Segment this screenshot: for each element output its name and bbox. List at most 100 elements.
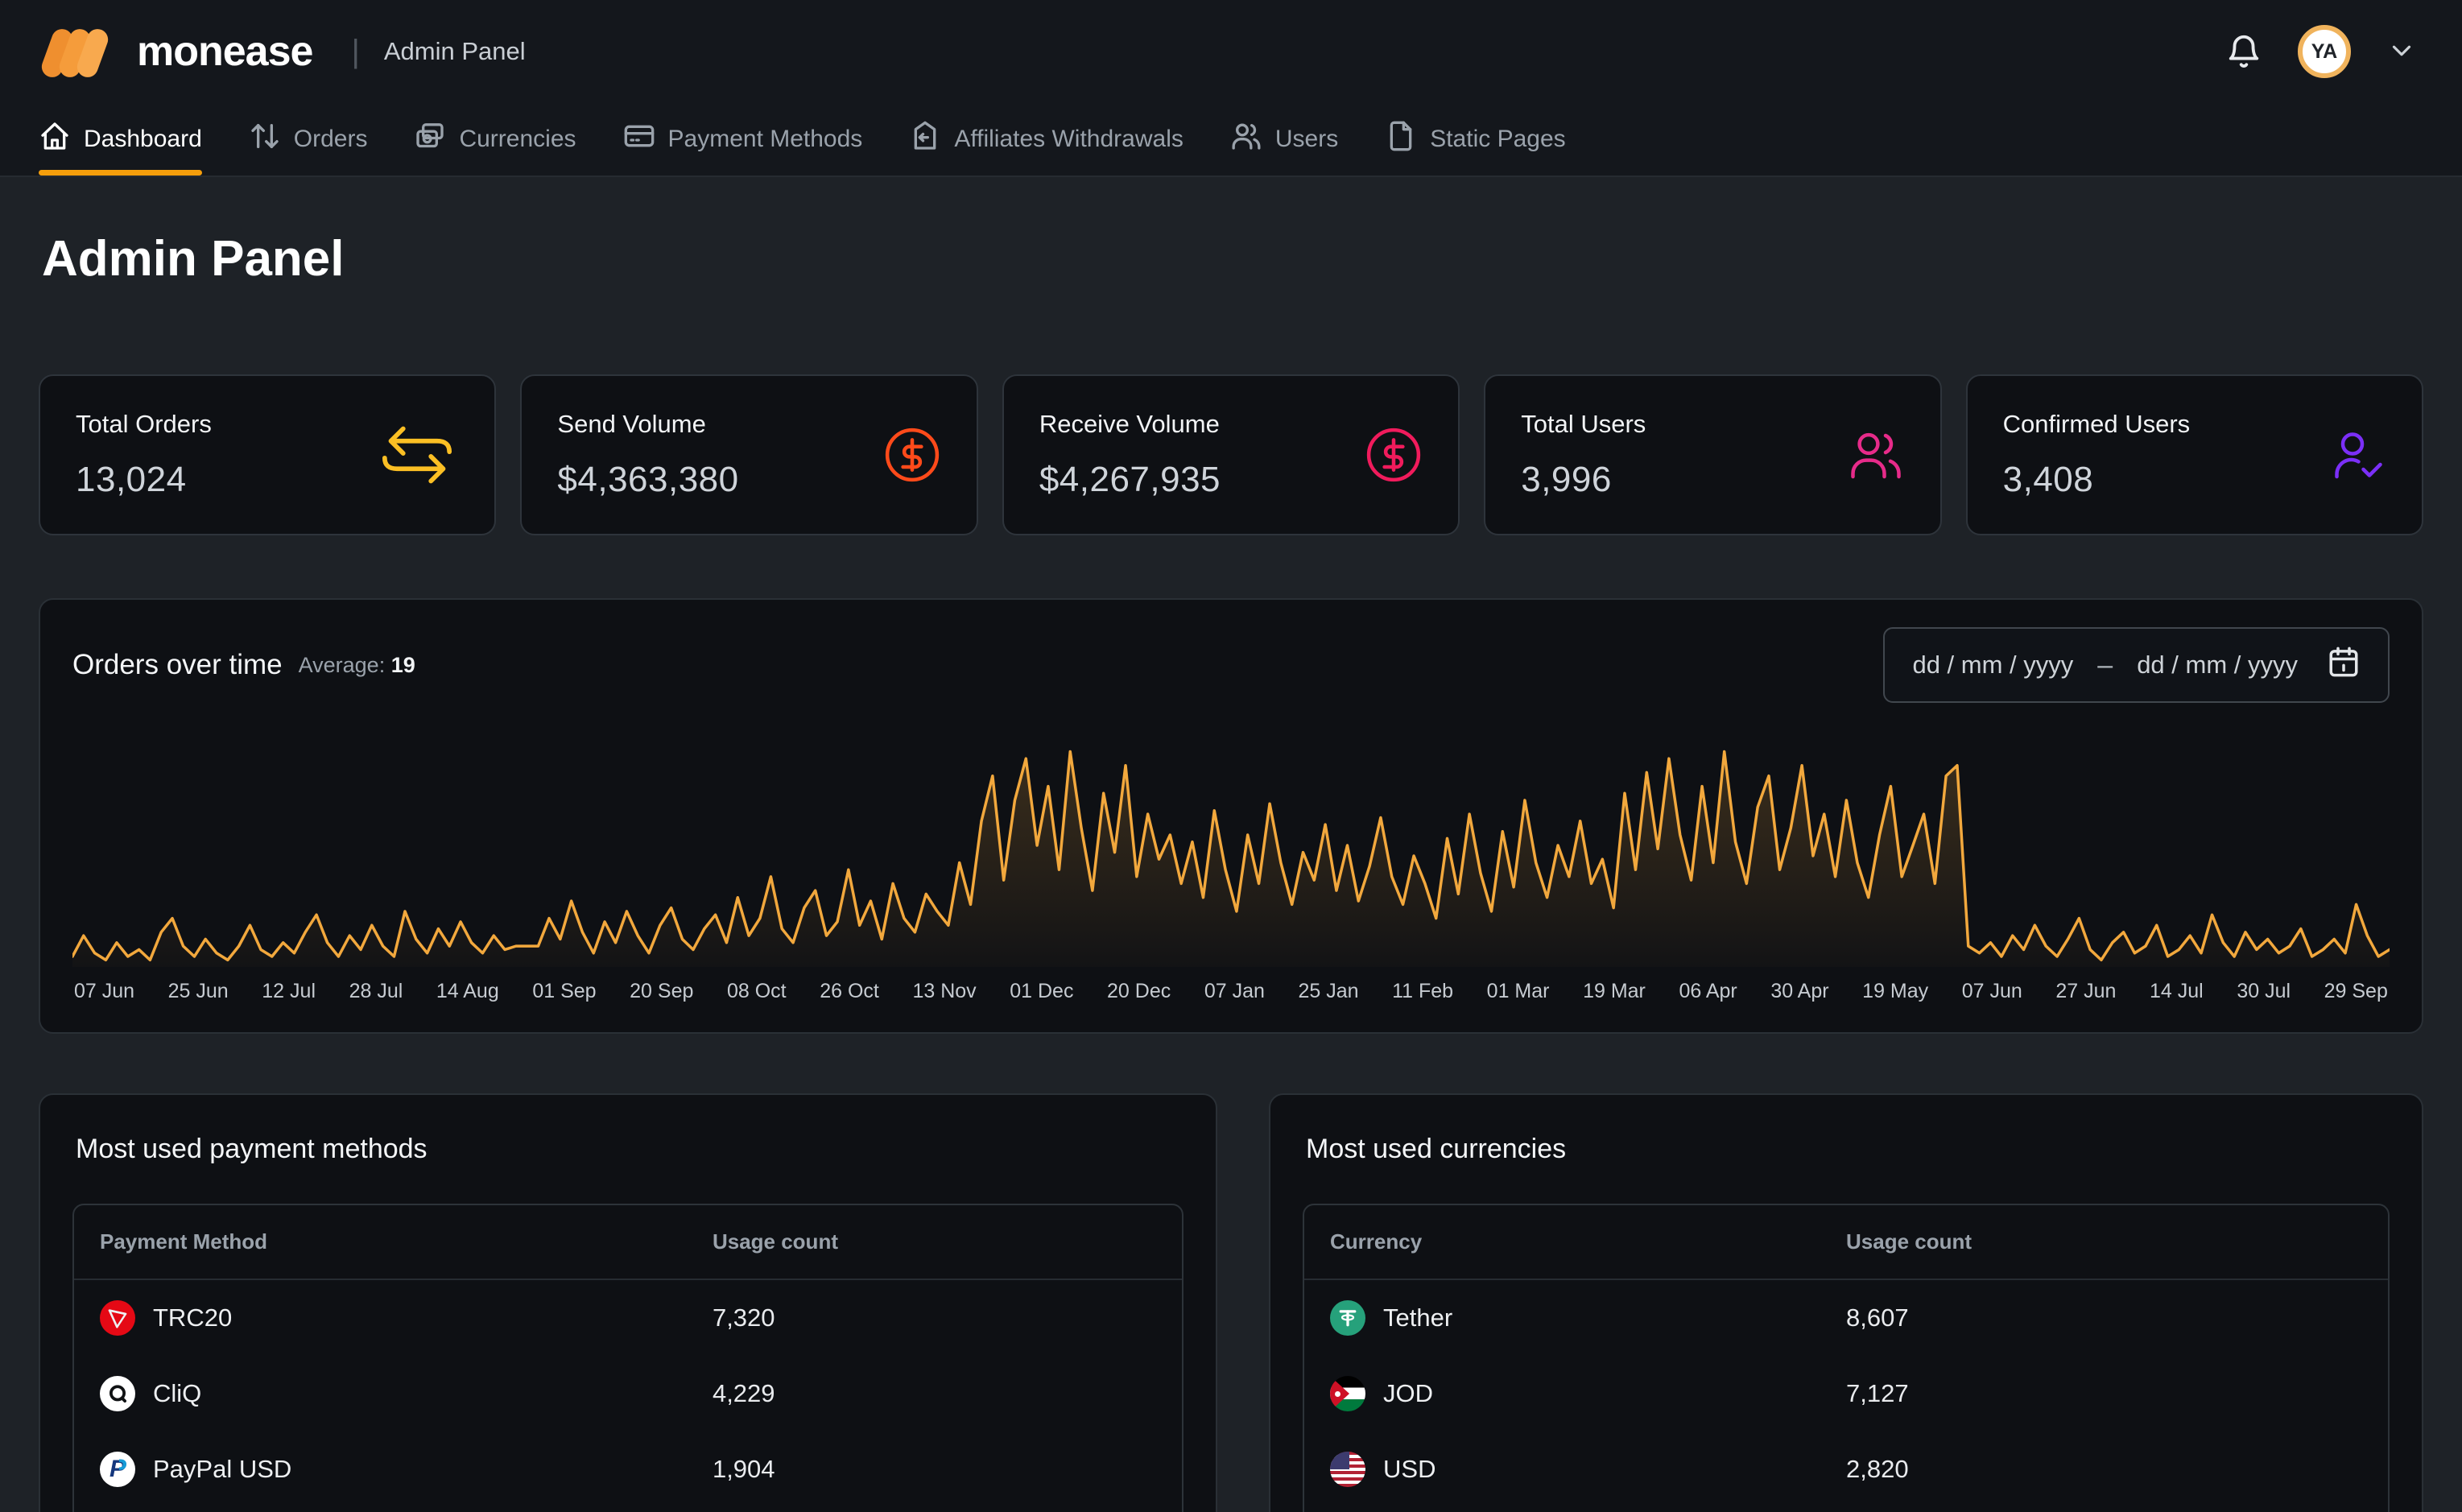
orders-chart-card: Orders over time Average: 19 dd / mm / y… (39, 598, 2423, 1034)
table-row: TRC20 7,320 (74, 1280, 1182, 1356)
stat-card-receive-volume: Receive Volume $4,267,935 (1002, 374, 1460, 535)
table-row: IQD692 (1304, 1507, 2388, 1512)
x-tick-label: 20 Sep (630, 980, 693, 1003)
avatar[interactable]: YA (2298, 25, 2351, 78)
x-tick-label: 14 Aug (436, 980, 499, 1003)
chart-average-value: 19 (391, 653, 415, 677)
date-range-input[interactable]: dd / mm / yyyy – dd / mm / yyyy (1883, 627, 2390, 703)
nav-item-label: Dashboard (84, 126, 202, 153)
stat-label: Total Orders (76, 410, 212, 439)
usage-count: 1,904 (713, 1455, 1156, 1484)
table-header-row: Payment MethodUsage count (74, 1205, 1182, 1280)
users-icon (1847, 426, 1905, 484)
column-header: Payment Method (100, 1229, 713, 1254)
row-name: USD (1383, 1455, 1435, 1484)
row-name: JOD (1383, 1379, 1433, 1408)
name-cell: Tether (1330, 1300, 1846, 1336)
table-header-row: CurrencyUsage count (1304, 1205, 2388, 1280)
stat-card-total-users: Total Users3,996 (1484, 374, 1941, 535)
column-header: Usage count (713, 1229, 1156, 1254)
circle-dollar-icon (1365, 426, 1423, 484)
usage-count: 7,320 (713, 1303, 1156, 1332)
x-tick-label: 12 Jul (262, 980, 316, 1003)
user-check-icon (2328, 426, 2386, 484)
currencies-card: Most used currencies CurrencyUsage count… (1269, 1093, 2423, 1512)
stat-card-confirmed-users: Confirmed Users3,408 (1966, 374, 2423, 535)
currencies-title: Most used currencies (1306, 1134, 2390, 1165)
nav-item-users[interactable]: Users (1230, 103, 1338, 176)
column-header: Usage count (1846, 1229, 2362, 1254)
usage-count: 7,127 (1846, 1379, 2362, 1408)
brand-subtitle: Admin Panel (384, 37, 526, 66)
x-tick-label: 28 Jul (349, 980, 403, 1003)
chart-title: Orders over time (72, 649, 283, 681)
x-tick-label: 13 Nov (912, 980, 976, 1003)
banknotes-icon (414, 120, 446, 159)
name-cell: CliQ (100, 1376, 713, 1411)
stat-card-send-volume: Send Volume$4,363,380 (520, 374, 977, 535)
stat-value: 13,024 (76, 460, 212, 500)
name-cell: JOD (1330, 1376, 1846, 1411)
date-end-placeholder[interactable]: dd / mm / yyyy (2137, 651, 2298, 680)
x-tick-label: 07 Jun (74, 980, 134, 1003)
orders-line-chart (72, 724, 2390, 967)
payment-methods-title: Most used payment methods (76, 1134, 1183, 1165)
nav-item-label: Static Pages (1430, 126, 1565, 153)
nav-item-label: Orders (294, 126, 368, 153)
name-cell: PPPayPal USD (100, 1452, 713, 1487)
table-row: JOD 7,127 (1304, 1356, 2388, 1431)
transfer-arrows-icon (375, 419, 459, 490)
page-title: Admin Panel (42, 230, 2423, 287)
x-tick-label: 30 Apr (1770, 980, 1828, 1003)
stat-label: Total Users (1521, 410, 1646, 439)
row-name: Tether (1383, 1303, 1452, 1332)
brand-logo[interactable]: monease | Admin Panel (45, 20, 526, 83)
notifications-button[interactable] (2225, 32, 2262, 72)
row-name: TRC20 (153, 1303, 232, 1332)
home-icon (39, 120, 71, 159)
file-icon (1385, 120, 1417, 159)
x-tick-label: 29 Sep (2324, 980, 2388, 1003)
date-range-separator: – (2097, 650, 2113, 681)
x-tick-label: 19 Mar (1583, 980, 1646, 1003)
payment-methods-card: Most used payment methods Payment Method… (39, 1093, 1217, 1512)
nav-item-label: Affiliates Withdrawals (954, 126, 1183, 153)
paypal-icon: PP (100, 1452, 135, 1487)
name-cell: TRC20 (100, 1300, 713, 1336)
stat-label: Receive Volume (1039, 410, 1221, 439)
x-tick-label: 01 Sep (532, 980, 596, 1003)
withdrawal-icon (909, 120, 941, 159)
date-start-placeholder[interactable]: dd / mm / yyyy (1912, 651, 2073, 680)
nav-item-static-pages[interactable]: Static Pages (1385, 103, 1565, 176)
users-icon (1230, 120, 1262, 159)
usage-count: 8,607 (1846, 1303, 2362, 1332)
bell-icon (2225, 32, 2262, 72)
payment-methods-table: Payment MethodUsage count TRC20 7,320 CliQ4… (72, 1204, 1183, 1512)
monease-logo-icon (45, 20, 119, 83)
circle-dollar-icon (883, 426, 941, 484)
x-tick-label: 06 Apr (1679, 980, 1737, 1003)
arrows-up-down-icon (249, 120, 281, 159)
account-menu-button[interactable] (2386, 35, 2417, 68)
table-row: CliQ4,229 (74, 1356, 1182, 1431)
brand-name: monease (137, 27, 312, 76)
nav-item-payment-methods[interactable]: Payment Methods (623, 103, 863, 176)
stat-label: Confirmed Users (2003, 410, 2191, 439)
x-tick-label: 14 Jul (2150, 980, 2204, 1003)
brand-divider: | (351, 34, 359, 70)
stat-value: $4,267,935 (1039, 460, 1221, 500)
calendar-icon[interactable] (2322, 645, 2361, 685)
table-row: 1,483 (74, 1507, 1182, 1512)
tron-icon (100, 1300, 135, 1336)
nav-item-orders[interactable]: Orders (249, 103, 368, 176)
nav-item-currencies[interactable]: Currencies (414, 103, 576, 176)
table-row: PPPayPal USD1,904 (74, 1431, 1182, 1507)
credit-card-icon (623, 120, 655, 159)
nav-item-label: Payment Methods (668, 126, 863, 153)
nav-item-dashboard[interactable]: Dashboard (39, 103, 202, 176)
nav-item-affiliates-withdrawals[interactable]: Affiliates Withdrawals (909, 103, 1183, 176)
chart-x-axis-labels: 07 Jun25 Jun12 Jul28 Jul14 Aug01 Sep20 S… (72, 980, 2390, 1003)
page: Admin Panel Total Orders 13,024 Send Volum… (0, 230, 2462, 1512)
stat-label: Send Volume (557, 410, 738, 439)
flag-jordan-icon (1330, 1376, 1365, 1411)
